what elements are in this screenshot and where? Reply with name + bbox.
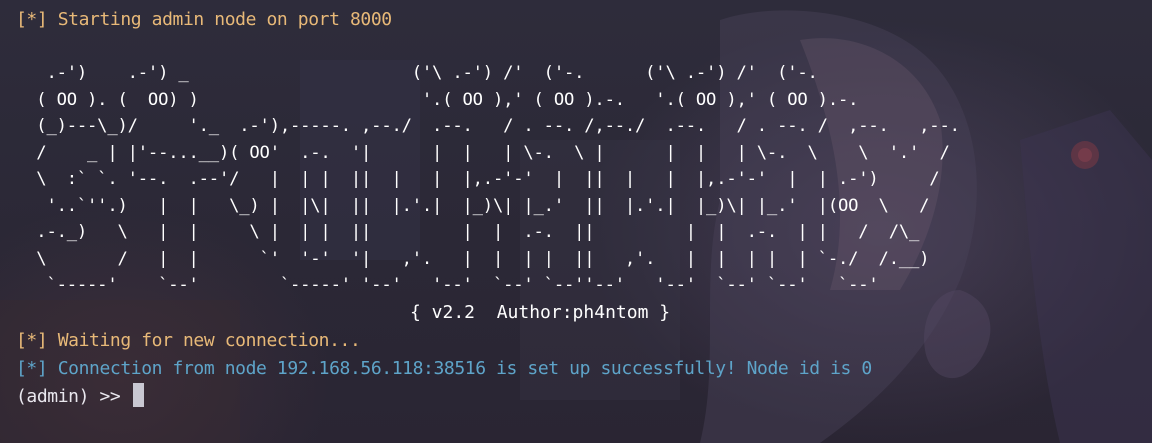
ascii-banner: .-') .-') _ ('\ .-') /' ('-. ('\ .-') /'… bbox=[16, 60, 1146, 299]
banner-line: / _ | |'--...__)( OO' .-. '| | | | \-. \… bbox=[16, 142, 950, 163]
start-message: [*] Starting admin node on port 8000 bbox=[16, 9, 392, 30]
banner-line: \ / | | `' '-' '| ,'. | | | | || ,'. | |… bbox=[16, 248, 930, 269]
terminal-window[interactable]: [*] Starting admin node on port 8000 .-'… bbox=[0, 0, 1152, 443]
command-prompt-line[interactable]: (admin) >> bbox=[16, 382, 1146, 411]
banner-line: `-----' `--' `-----' '--' '--' `--' `--'… bbox=[16, 275, 879, 295]
prompt-label: (admin) >> bbox=[16, 385, 131, 407]
banner-line: ( OO ). ( OO) ) '.( OO ),' ( OO ).-. '.(… bbox=[16, 89, 859, 110]
waiting-message: [*] Waiting for new connection... bbox=[16, 329, 361, 351]
banner-line: .-') .-') _ ('\ .-') /' ('-. ('\ .-') /'… bbox=[16, 63, 818, 83]
text-cursor[interactable] bbox=[132, 382, 144, 407]
connection-message: [*] Connection from node 192.168.56.118:… bbox=[16, 357, 872, 379]
banner-line: (_)---\_)/ '._ .-'),-----. ,--./ .--. / … bbox=[16, 116, 960, 136]
banner-line: \ :` `. '--. .--'/ | | | || | | |,.-'-' … bbox=[16, 169, 940, 189]
terminal-output: [*] Starting admin node on port 8000 .-'… bbox=[16, 6, 1146, 411]
banner-line: .-._) \ | | \ | | | || | | .-. || | | .-… bbox=[16, 222, 920, 242]
version-author-line: { v2.2 Author:ph4ntom } bbox=[410, 301, 671, 323]
banner-line: '..`''.) | | \_) | |\| || |.'.| |_)\| |_… bbox=[16, 195, 930, 216]
